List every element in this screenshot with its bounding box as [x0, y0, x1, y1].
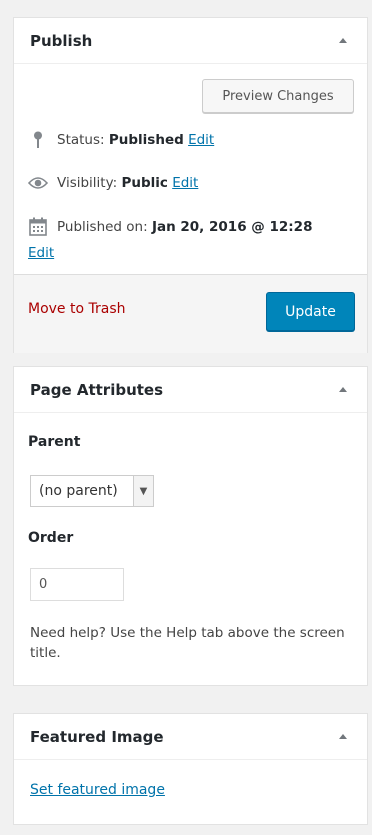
- calendar-icon: [28, 217, 48, 236]
- parent-select-value: (no parent): [39, 483, 118, 499]
- eye-icon: [28, 176, 48, 190]
- featured-image-box: Featured Image Set featured image: [13, 713, 368, 825]
- visibility-row: Visibility: Public Edit: [28, 175, 198, 191]
- set-featured-image-link[interactable]: Set featured image: [30, 782, 165, 798]
- publish-title: Publish: [30, 31, 93, 50]
- status-row: Status: Published Edit: [28, 131, 214, 149]
- visibility-label: Visibility:: [57, 175, 118, 191]
- order-input[interactable]: [30, 568, 124, 601]
- collapse-arrow-icon[interactable]: [339, 38, 347, 43]
- pin-icon: [28, 131, 48, 149]
- status-edit-link[interactable]: Edit: [188, 132, 214, 148]
- featured-image-title: Featured Image: [30, 727, 164, 746]
- parent-label: Parent: [28, 434, 81, 450]
- page-attributes-box: Page Attributes Parent (no parent) ▼ Ord…: [13, 366, 368, 686]
- parent-select[interactable]: (no parent) ▼: [30, 475, 154, 507]
- publish-box: Publish Preview Changes Status: Publishe…: [13, 17, 368, 353]
- chevron-down-icon[interactable]: ▼: [133, 476, 153, 506]
- published-on-edit-link[interactable]: Edit: [28, 245, 54, 261]
- page-attributes-header[interactable]: Page Attributes: [14, 367, 367, 413]
- order-label: Order: [28, 530, 74, 546]
- collapse-arrow-icon[interactable]: [339, 387, 347, 392]
- status-value: Published: [108, 132, 184, 148]
- help-text: Need help? Use the Help tab above the sc…: [30, 625, 345, 661]
- preview-changes-button[interactable]: Preview Changes: [202, 79, 354, 113]
- publish-header[interactable]: Publish: [14, 18, 367, 64]
- published-on-value: Jan 20, 2016 @ 12:28: [151, 218, 313, 235]
- published-on-label: Published on:: [57, 218, 148, 235]
- visibility-edit-link[interactable]: Edit: [172, 175, 198, 191]
- update-button[interactable]: Update: [266, 292, 355, 331]
- move-to-trash-link[interactable]: Move to Trash: [28, 301, 126, 317]
- page-attributes-title: Page Attributes: [30, 380, 164, 399]
- visibility-value: Public: [121, 175, 168, 191]
- featured-image-header[interactable]: Featured Image: [14, 714, 367, 760]
- collapse-arrow-icon[interactable]: [339, 734, 347, 739]
- published-on-row: Published on: Jan 20, 2016 @ 12:28: [28, 217, 312, 236]
- publish-actions: Move to Trash Update: [14, 274, 367, 353]
- status-label: Status:: [57, 132, 105, 148]
